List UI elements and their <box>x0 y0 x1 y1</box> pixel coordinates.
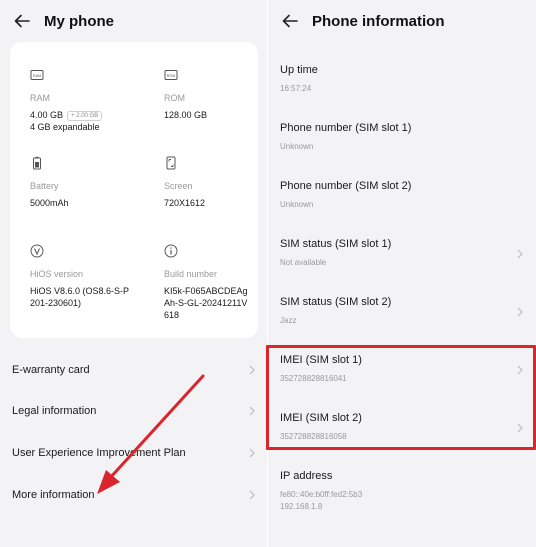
chevron-right-icon <box>517 365 523 375</box>
page-title: My phone <box>44 12 114 30</box>
menu-item-label: User Experience Improvement Plan <box>12 447 186 459</box>
phone-information-header: Phone information <box>268 0 536 42</box>
info-up-time: Up time 16:57:24 <box>268 63 536 94</box>
ram-expansion-badge: + 2.00 GB <box>67 110 103 121</box>
chevron-right-icon <box>517 307 523 317</box>
info-value: 16:57:24 <box>280 84 312 93</box>
info-imei-sim2[interactable]: IMEI (SIM slot 2) 352728828816058 <box>268 411 536 442</box>
screen-icon <box>166 156 176 170</box>
menu-item-label: E-warranty card <box>12 364 90 376</box>
chevron-right-icon <box>249 406 255 416</box>
info-title: Phone number (SIM slot 2) <box>280 180 412 192</box>
info-title: Up time <box>280 64 318 76</box>
spec-ram-value: 4.00 GB <box>30 110 64 120</box>
hios-icon <box>30 244 44 258</box>
info-value-secondary: 192.168.1.8 <box>280 502 323 511</box>
info-value: Unknown <box>280 142 314 151</box>
spec-battery: Battery 5000mAh <box>30 156 145 209</box>
spec-screen-label: Screen <box>164 181 193 191</box>
spec-hios: HiOS version HiOS V8.6.0 (OS8.6-S-P201-2… <box>30 244 130 309</box>
info-phone-number-sim2: Phone number (SIM slot 2) Unknown <box>268 179 536 210</box>
back-arrow-icon <box>282 14 298 28</box>
info-imei-sim1[interactable]: IMEI (SIM slot 1) 352728828816041 <box>268 353 536 384</box>
chevron-right-icon <box>249 490 255 500</box>
back-button[interactable] <box>268 0 312 42</box>
chevron-right-icon <box>249 448 255 458</box>
menu-item-label: Legal information <box>12 405 97 417</box>
back-button[interactable] <box>0 0 44 42</box>
info-title: IMEI (SIM slot 2) <box>280 412 362 424</box>
info-sim-status-sim2[interactable]: SIM status (SIM slot 2) Jazz <box>268 295 536 326</box>
menu-item-ux-plan[interactable]: User Experience Improvement Plan <box>0 433 268 473</box>
ram-icon: RAM <box>30 70 44 80</box>
info-icon <box>164 244 178 258</box>
info-phone-number-sim1: Phone number (SIM slot 1) Unknown <box>268 121 536 152</box>
svg-text:ROM: ROM <box>167 74 175 78</box>
info-value: Unknown <box>280 200 314 209</box>
battery-icon <box>33 156 41 170</box>
info-value: Jazz <box>280 316 297 325</box>
spec-ram: RAM RAM 4.00 GB + 2.00 GB 4 GB expandable <box>30 68 145 133</box>
my-phone-header: My phone <box>0 0 268 42</box>
info-value: 352728828816041 <box>280 374 347 383</box>
phone-information-screen: Phone information Up time 16:57:24 Phone… <box>268 0 536 547</box>
chevron-right-icon <box>249 365 255 375</box>
spec-battery-label: Battery <box>30 181 59 191</box>
info-title: IP address <box>280 470 333 482</box>
info-value: Not available <box>280 258 327 267</box>
spec-ram-label: RAM <box>30 93 50 103</box>
svg-text:RAM: RAM <box>33 74 41 78</box>
menu-item-more-information[interactable]: More information <box>0 475 268 515</box>
menu-item-e-warranty[interactable]: E-warranty card <box>0 350 268 390</box>
info-title: IMEI (SIM slot 1) <box>280 354 362 366</box>
info-ip-address: IP address fe80::40e:b0ff:fed2:5b3 192.1… <box>268 469 536 512</box>
info-title: SIM status (SIM slot 1) <box>280 238 392 250</box>
info-title: Phone number (SIM slot 1) <box>280 122 412 134</box>
spec-rom-label: ROM <box>164 93 185 103</box>
chevron-right-icon <box>517 249 523 259</box>
info-sim-status-sim1[interactable]: SIM status (SIM slot 1) Not available <box>268 237 536 268</box>
spec-build-label: Build number <box>164 269 218 279</box>
back-arrow-icon <box>14 14 30 28</box>
spec-hios-value: HiOS V8.6.0 (OS8.6-S-P201-230601) <box>30 286 130 308</box>
chevron-right-icon <box>517 423 523 433</box>
info-value: fe80::40e:b0ff:fed2:5b3 <box>280 490 363 499</box>
info-value: 352728828816058 <box>280 432 347 441</box>
spec-hios-label: HiOS version <box>30 269 84 279</box>
spec-build: Build number KI5k-F065ABCDEAgAh-S-GL-202… <box>164 244 248 321</box>
spec-screen: Screen 720X1612 <box>164 156 268 209</box>
spec-screen-value: 720X1612 <box>164 198 206 208</box>
spec-ram-sub: 4 GB expandable <box>30 122 100 132</box>
menu-item-legal[interactable]: Legal information <box>0 391 268 431</box>
my-phone-screen: My phone RAM RAM 4.00 GB + 2.00 GB 4 GB e… <box>0 0 268 547</box>
specs-card: RAM RAM 4.00 GB + 2.00 GB 4 GB expandable… <box>10 42 258 338</box>
rom-icon: ROM <box>164 70 178 80</box>
spec-battery-value: 5000mAh <box>30 198 69 208</box>
info-title: SIM status (SIM slot 2) <box>280 296 392 308</box>
spec-build-value: KI5k-F065ABCDEAgAh-S-GL-20241211V618 <box>164 286 248 320</box>
spec-rom-value: 128.00 GB <box>164 110 208 120</box>
page-title: Phone information <box>312 12 445 30</box>
menu-item-label: More information <box>12 489 95 501</box>
spec-rom: ROM ROM 128.00 GB <box>164 68 268 121</box>
